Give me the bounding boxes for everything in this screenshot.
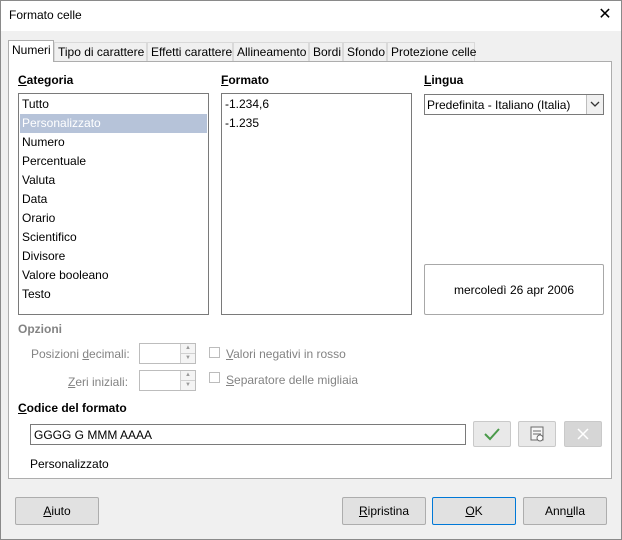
category-list[interactable]: Tutto Personalizzato Numero Percentuale … [18, 93, 209, 315]
language-select[interactable]: Predefinita - Italiano (Italia) [424, 94, 604, 115]
help-button[interactable]: Aiuto [15, 497, 99, 525]
category-item-tutto[interactable]: Tutto [20, 95, 207, 114]
tab-tipo-di-carattere[interactable]: Tipo di carattere [54, 42, 147, 61]
options-heading: Opzioni [18, 322, 62, 336]
format-item[interactable]: -1.234,6 [223, 95, 410, 114]
language-selected-value: Predefinita - Italiano (Italia) [427, 98, 571, 112]
tab-numeri[interactable]: Numeri [8, 40, 54, 62]
category-item-divisore[interactable]: Divisore [20, 247, 207, 266]
language-label: Lingua [424, 73, 464, 87]
spin-down-icon[interactable]: ▼ [181, 380, 195, 390]
tab-sfondo[interactable]: Sfondo [343, 42, 387, 61]
delete-format-button[interactable] [564, 421, 602, 447]
dialog-title: Formato celle [9, 8, 82, 22]
negative-red-checkbox[interactable] [209, 347, 220, 358]
ok-button[interactable]: OK [432, 497, 516, 525]
format-preview: mercoledì 26 apr 2006 [424, 264, 604, 315]
category-item-numero[interactable]: Numero [20, 133, 207, 152]
format-code-label: Codice del formato [18, 401, 127, 415]
decimal-places-label: Posizioni decimali: [31, 347, 130, 361]
decimal-places-stepper[interactable]: ▲ ▼ [139, 343, 196, 364]
leading-zeros-label: Zeri iniziali: [68, 375, 129, 389]
format-label: Formato [221, 73, 270, 87]
confirm-format-button[interactable] [473, 421, 511, 447]
tab-effetti-carattere[interactable]: Effetti carattere [147, 42, 233, 61]
tab-allineamento[interactable]: Allineamento [233, 42, 309, 61]
category-item-percentuale[interactable]: Percentuale [20, 152, 207, 171]
spin-down-icon[interactable]: ▼ [181, 353, 195, 363]
thousands-separator-label: Separatore delle migliaia [226, 373, 359, 387]
edit-comment-button[interactable] [518, 421, 556, 447]
spin-up-icon[interactable]: ▲ [181, 344, 195, 353]
close-icon[interactable]: ✕ [594, 4, 616, 26]
format-code-input[interactable]: GGGG G MMM AAAA [30, 424, 466, 445]
category-label: Categoria [18, 73, 74, 87]
negative-red-label: Valori negativi in rosso [226, 347, 346, 361]
leading-zeros-stepper[interactable]: ▲ ▼ [139, 370, 196, 391]
category-item-valore-booleano[interactable]: Valore booleano [20, 266, 207, 285]
tab-protezione-celle[interactable]: Protezione celle [387, 42, 476, 61]
delete-icon [577, 428, 589, 440]
category-item-valuta[interactable]: Valuta [20, 171, 207, 190]
category-item-personalizzato[interactable]: Personalizzato [20, 114, 207, 133]
title-bar [1, 1, 621, 31]
reset-button[interactable]: Ripristina [342, 497, 426, 525]
chevron-down-icon[interactable] [586, 95, 603, 114]
category-item-scientifico[interactable]: Scientifico [20, 228, 207, 247]
category-item-data[interactable]: Data [20, 190, 207, 209]
thousands-separator-checkbox[interactable] [209, 372, 220, 383]
spin-up-icon[interactable]: ▲ [181, 371, 195, 380]
checkmark-icon [484, 428, 500, 441]
format-item[interactable]: -1.235 [223, 114, 410, 133]
cancel-button[interactable]: Annulla [523, 497, 607, 525]
format-code-description: Personalizzato [30, 457, 109, 471]
format-code-value: GGGG G MMM AAAA [34, 428, 153, 442]
category-item-orario[interactable]: Orario [20, 209, 207, 228]
tab-bordi[interactable]: Bordi [309, 42, 343, 61]
category-item-testo[interactable]: Testo [20, 285, 207, 304]
format-list[interactable]: -1.234,6 -1.235 [221, 93, 412, 315]
comment-edit-icon [530, 426, 544, 442]
